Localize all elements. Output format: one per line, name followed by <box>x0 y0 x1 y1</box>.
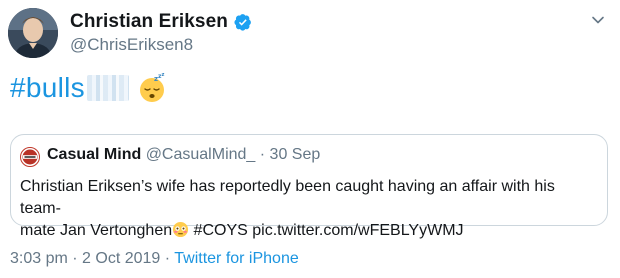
meta-separator-2: · <box>160 250 175 267</box>
quoted-header: Casual Mind @CasualMind_ · 30 Sep <box>47 146 320 164</box>
tweet-time[interactable]: 3:03 pm <box>10 250 68 267</box>
tweet-meta: 3:03 pm · 2 Oct 2019 · Twitter for iPhon… <box>10 250 299 268</box>
tweet-hashtag[interactable]: #bulls <box>10 72 85 104</box>
quoted-body-line1: Christian Eriksen’s wife has reportedly … <box>20 178 555 217</box>
svg-text:z: z <box>161 73 164 78</box>
tweet-source-link[interactable]: Twitter for iPhone <box>174 250 299 267</box>
quoted-display-name[interactable]: Casual Mind <box>47 146 141 163</box>
quoted-separator: · <box>259 146 266 163</box>
verified-badge-icon <box>234 13 252 31</box>
tweet-text: #bulls z z z <box>10 72 167 104</box>
quoted-avatar-icon <box>20 147 40 167</box>
author-handle[interactable]: @ChrisEriksen8 <box>70 35 193 55</box>
author-avatar[interactable] <box>8 8 58 58</box>
quoted-tweet-card[interactable]: Casual Mind @CasualMind_ · 30 Sep Christ… <box>10 134 608 239</box>
chevron-down-icon[interactable] <box>590 12 606 28</box>
quoted-body-line2: mate Jan Vertonghen <box>20 222 173 239</box>
author-name-row[interactable]: Christian Eriksen <box>70 11 252 33</box>
blurred-text <box>86 75 129 101</box>
flushed-face-emoji-icon <box>172 221 189 238</box>
avatar-photo <box>8 8 58 58</box>
quoted-date[interactable]: 30 Sep <box>270 146 321 163</box>
meta-separator-1: · <box>67 250 83 267</box>
tweet-date[interactable]: 2 Oct 2019 <box>82 250 160 267</box>
sleeping-face-emoji-icon: z z z <box>137 72 167 103</box>
author-display-name[interactable]: Christian Eriksen <box>70 11 228 33</box>
quoted-body-line2-suffix: #COYS pic.twitter.com/wFEBLYyWMJ <box>189 222 464 239</box>
quoted-handle[interactable]: @CasualMind_ <box>146 146 256 163</box>
quoted-body: Christian Eriksen’s wife has reportedly … <box>20 176 600 242</box>
